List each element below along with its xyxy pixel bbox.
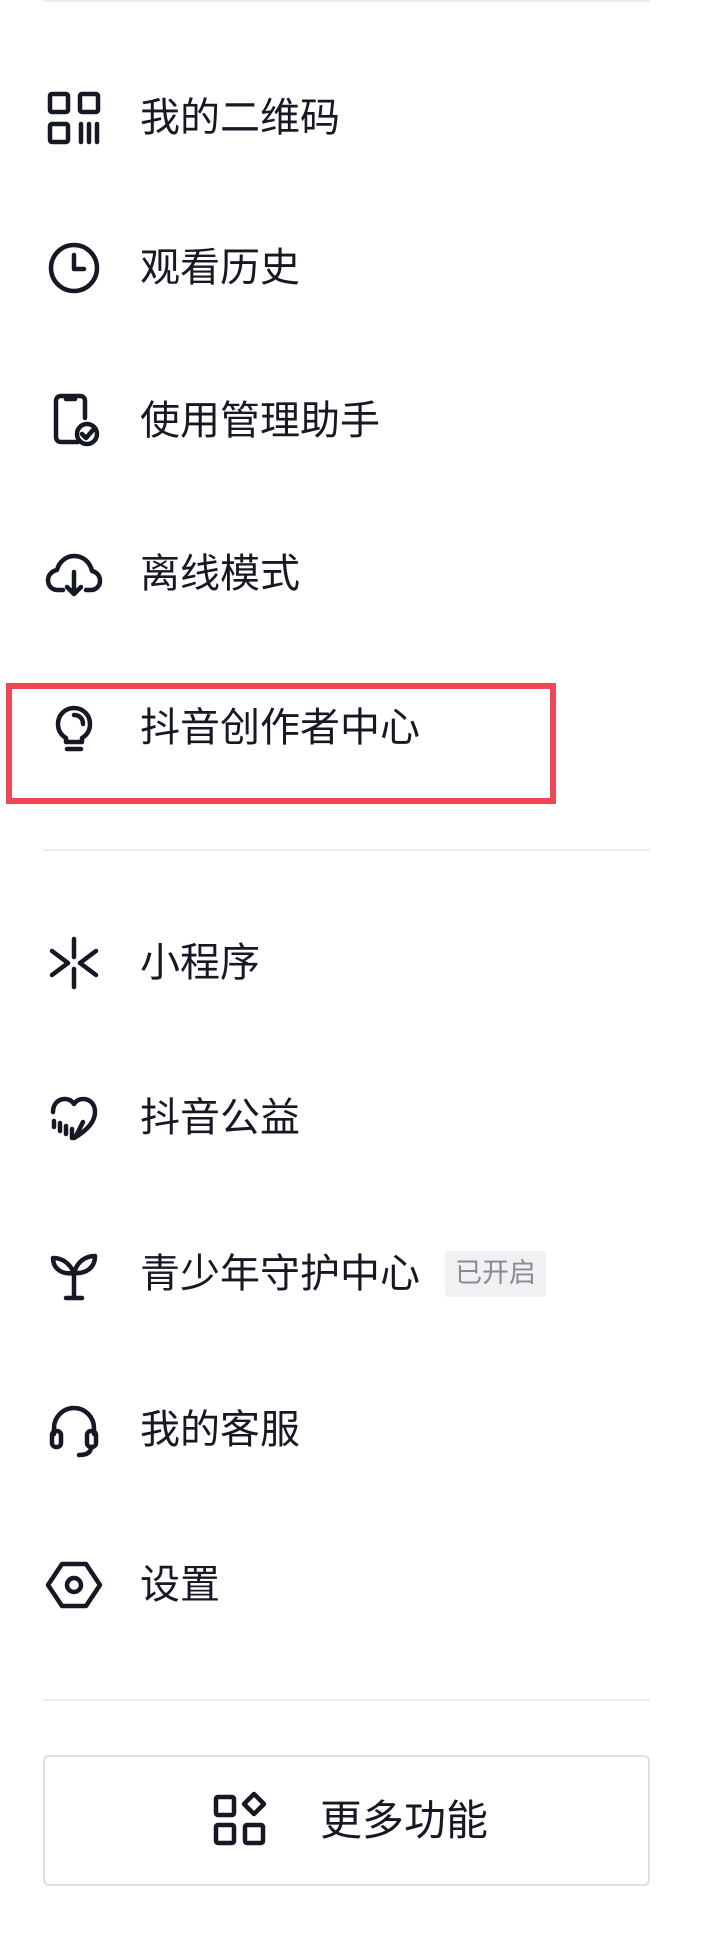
menu-item-youth-protection[interactable]: 青少年守护中心 已开启 <box>0 1219 716 1329</box>
menu-item-usage-manager[interactable]: 使用管理助手 <box>0 366 716 476</box>
menu-item-label: 设置 <box>140 1562 220 1608</box>
more-features-button[interactable]: 更多功能 <box>43 1755 650 1886</box>
menu-item-label: 抖音创作者中心 <box>140 705 420 751</box>
menu-item-watch-history[interactable]: 观看历史 <box>0 213 716 323</box>
menu-item-label: 抖音公益 <box>140 1095 300 1141</box>
mini-program-icon <box>44 933 104 993</box>
lightbulb-icon <box>44 698 104 758</box>
menu-item-label: 小程序 <box>140 940 260 986</box>
menu-item-offline-mode[interactable]: 离线模式 <box>0 519 716 629</box>
bottom-divider <box>43 1699 650 1701</box>
menu-item-label: 我的二维码 <box>140 95 340 141</box>
menu-item-charity[interactable]: 抖音公益 <box>0 1063 716 1173</box>
section-divider <box>43 849 650 851</box>
charity-heart-icon <box>44 1088 104 1148</box>
menu-item-label: 观看历史 <box>140 245 300 291</box>
menu-item-customer-service[interactable]: 我的客服 <box>0 1375 716 1485</box>
apps-grid-icon <box>210 1790 270 1850</box>
menu-item-label: 青少年守护中心 <box>140 1251 420 1297</box>
menu-item-qr-code[interactable]: 我的二维码 <box>0 63 716 173</box>
phone-check-icon <box>44 391 104 451</box>
menu-item-label: 我的客服 <box>140 1407 300 1453</box>
menu-item-creator-center[interactable]: 抖音创作者中心 <box>0 673 716 783</box>
clock-icon <box>44 238 104 298</box>
menu-item-label: 离线模式 <box>140 551 300 597</box>
headset-icon <box>44 1400 104 1460</box>
more-features-label: 更多功能 <box>320 1796 489 1845</box>
sprout-icon <box>44 1244 104 1304</box>
top-divider <box>43 0 650 2</box>
menu-item-mini-program[interactable]: 小程序 <box>0 908 716 1018</box>
cloud-download-icon <box>44 544 104 604</box>
status-badge: 已开启 <box>445 1251 546 1297</box>
menu-item-label: 使用管理助手 <box>140 398 380 444</box>
menu-item-settings[interactable]: 设置 <box>0 1530 716 1640</box>
settings-hexagon-icon <box>44 1555 104 1615</box>
qr-code-icon <box>44 88 104 148</box>
